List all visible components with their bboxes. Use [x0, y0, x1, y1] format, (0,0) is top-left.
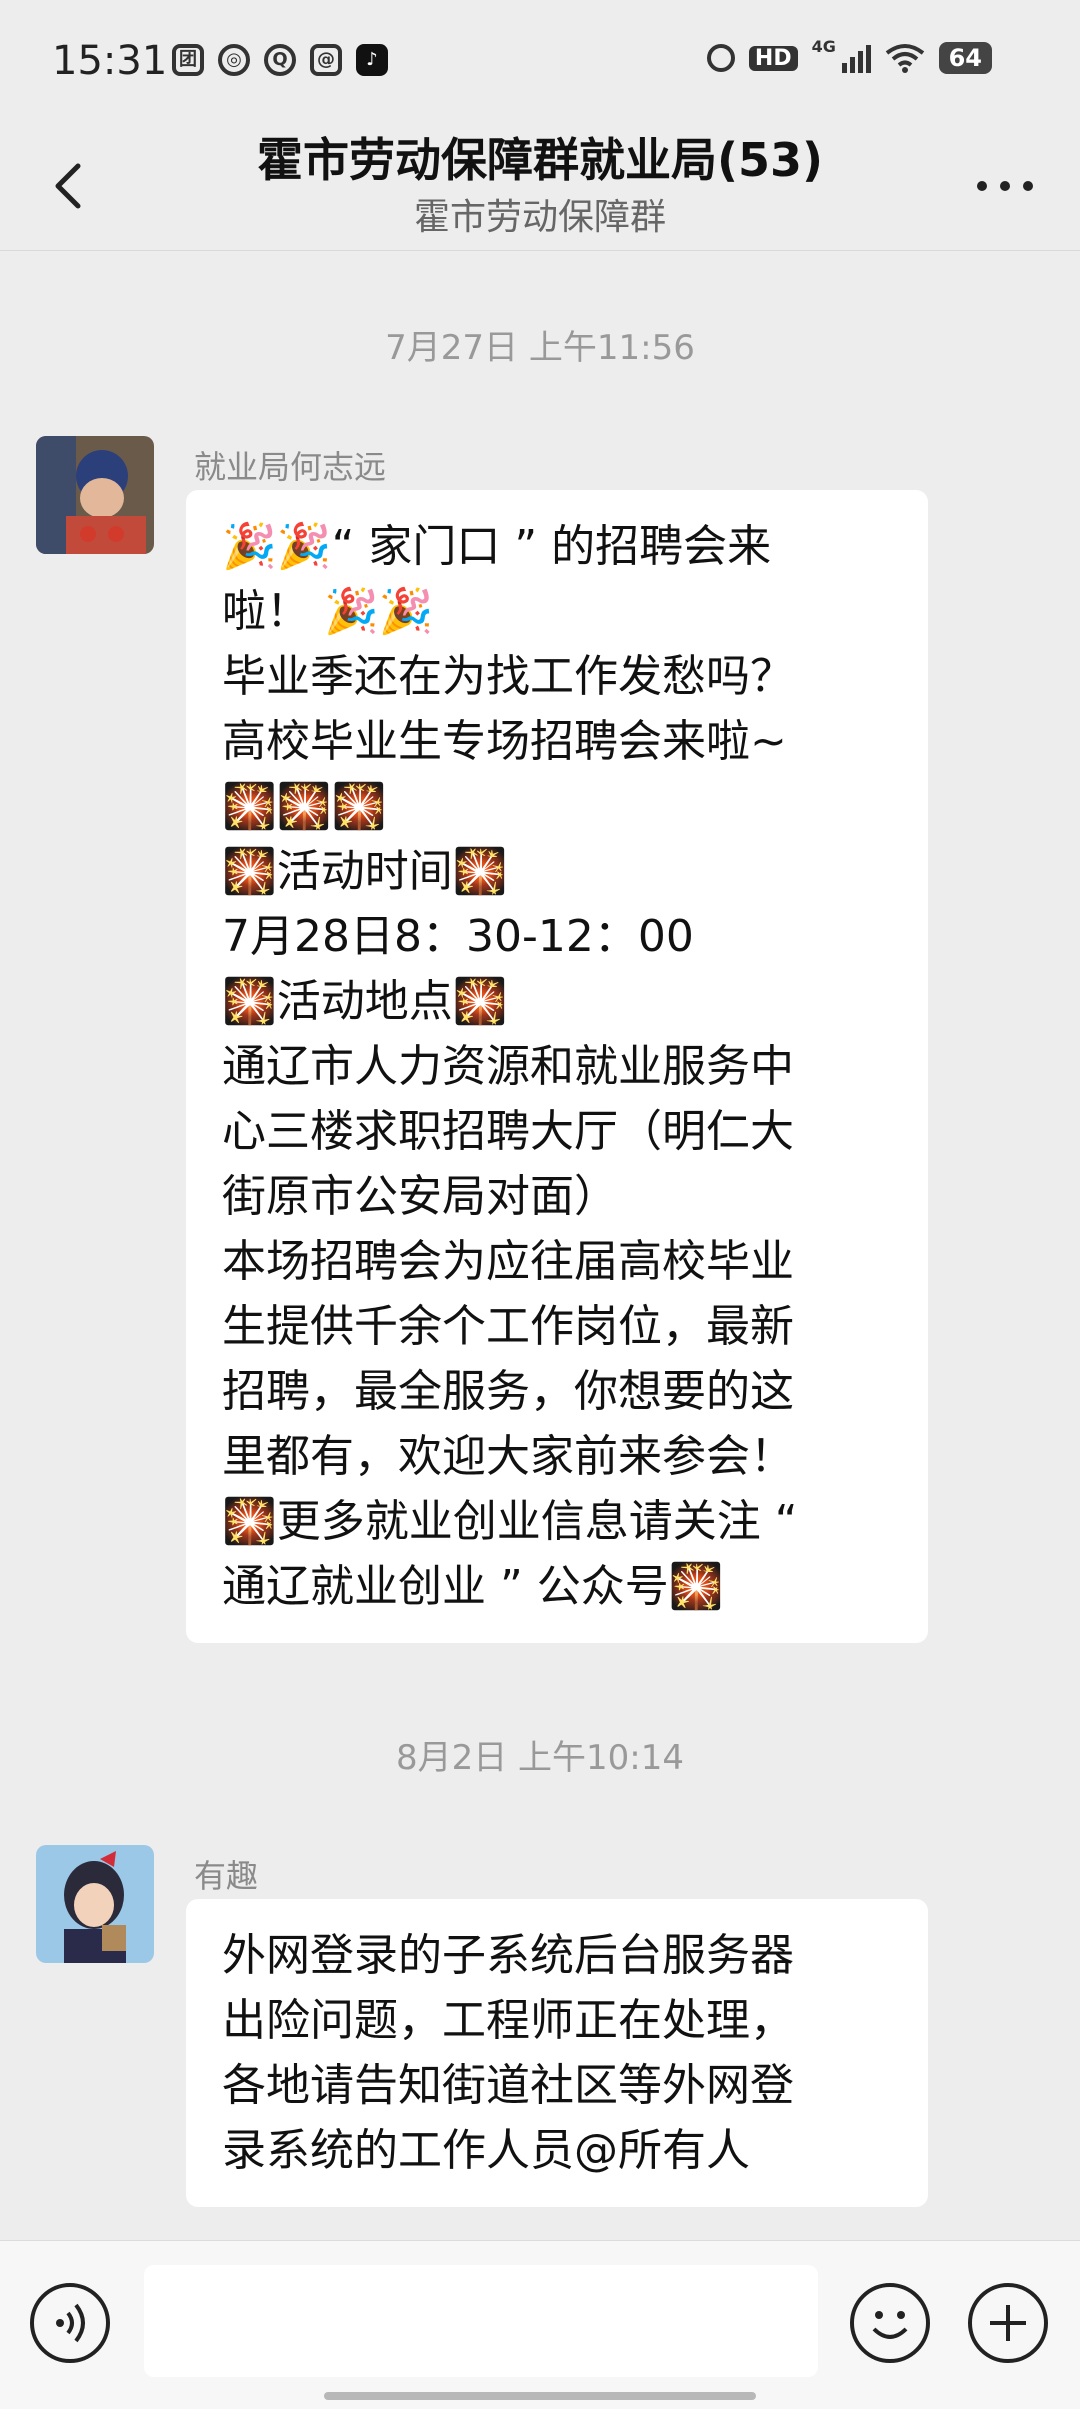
chat-subtitle: 霍市劳动保障群 — [413, 197, 666, 238]
system-icons: HD 4G 64 — [706, 37, 992, 74]
sender-name: 就业局何志远 — [194, 448, 387, 486]
message-bubble[interactable]: 外网登录的子系统后台服务器 出险问题，工程师正在处理， 各地请告知街道社区等外网… — [186, 1899, 928, 2207]
message-line: 🎇🎇🎇 — [222, 781, 387, 832]
sender-name: 有趣 — [194, 1857, 259, 1895]
group-app-icon: 团 — [172, 44, 204, 76]
message-timestamp: 8月2日 上午10:14 — [395, 1738, 685, 1778]
message-line: 毕业季还在为找工作发愁吗？ — [222, 651, 794, 702]
message-line: 🎉🎉“ 家门口 ” 的招聘会来 — [222, 521, 772, 572]
emoji-icon — [872, 2311, 908, 2339]
avatar[interactable] — [36, 1845, 154, 1963]
status-bar: 15:31 团 ◎ Q @ ♪ HD 4G 64 — [0, 0, 1080, 120]
search-app-icon: Q — [264, 44, 296, 76]
message-line: 通辽就业创业 ” 公众号🎇 — [222, 1561, 724, 1612]
chat-header: 霍市劳动保障群就业局(53) 霍市劳动保障群 — [0, 120, 1080, 251]
message-line: 高校毕业生专场招聘会来啦~ — [222, 716, 787, 767]
message-line: 通辽市人力资源和就业服务中 — [222, 1041, 794, 1092]
battery-icon: 64 — [938, 42, 992, 74]
wifi-icon — [885, 44, 924, 73]
notification-icons: 团 ◎ Q @ ♪ — [172, 44, 388, 76]
message-line: 心三楼求职招聘大厅（明仁大 — [222, 1106, 794, 1157]
message-line: 本场招聘会为应往届高校毕业 — [222, 1236, 794, 1287]
message-line: 录系统的工作人员@所有人 — [222, 2125, 750, 2176]
message-line: 外网登录的子系统后台服务器 — [222, 1930, 794, 1981]
voice-icon — [56, 2303, 85, 2343]
avatar[interactable] — [36, 436, 154, 554]
emoji-button[interactable] — [850, 2283, 930, 2363]
input-bar — [0, 2240, 1080, 2409]
more-icon[interactable] — [970, 156, 1040, 216]
message-timestamp: 7月27日 上午11:56 — [385, 328, 695, 368]
network-type-label: 4G — [811, 37, 836, 56]
message-line: 啦！ 🎉🎉 — [222, 586, 434, 637]
message-line: 各地请告知街道社区等外网登 — [222, 2060, 794, 2111]
message-line: 🎇活动时间🎇 — [222, 846, 508, 897]
plus-button[interactable] — [968, 2283, 1048, 2363]
tiktok-app-icon: ♪ — [356, 44, 388, 76]
message-line: 🎇更多就业创业信息请关注 “ — [222, 1496, 798, 1547]
home-indicator[interactable] — [324, 2392, 756, 2400]
signal-icon: 4G — [812, 37, 871, 73]
message-bubble[interactable]: 🎉🎉“ 家门口 ” 的招聘会来 啦！ 🎉🎉 毕业季还在为找工作发愁吗？ 高校毕业… — [186, 490, 928, 1643]
message-line: 生提供千余个工作岗位，最新 — [222, 1301, 794, 1352]
alarm-icon — [706, 44, 735, 72]
voice-button[interactable] — [30, 2283, 110, 2363]
mail-app-icon: @ — [310, 44, 342, 76]
message-line: 出险问题，工程师正在处理， — [222, 1995, 794, 2046]
message-input[interactable] — [144, 2265, 818, 2377]
plus-icon — [990, 2305, 1026, 2341]
status-time: 15:31 — [52, 38, 168, 84]
message-line: 里都有，欢迎大家前来参会！ — [222, 1431, 794, 1482]
hd-icon: HD — [748, 45, 798, 71]
message-line: 🎇活动地点🎇 — [222, 976, 508, 1027]
message-line: 7月28日8：30-12：00 — [222, 911, 694, 962]
chat-title: 霍市劳动保障群就业局(53) — [256, 133, 824, 187]
message-line: 街原市公安局对面） — [222, 1171, 618, 1222]
browser-app-icon: ◎ — [218, 44, 250, 76]
message-line: 招聘，最全服务，你想要的这 — [222, 1366, 794, 1417]
